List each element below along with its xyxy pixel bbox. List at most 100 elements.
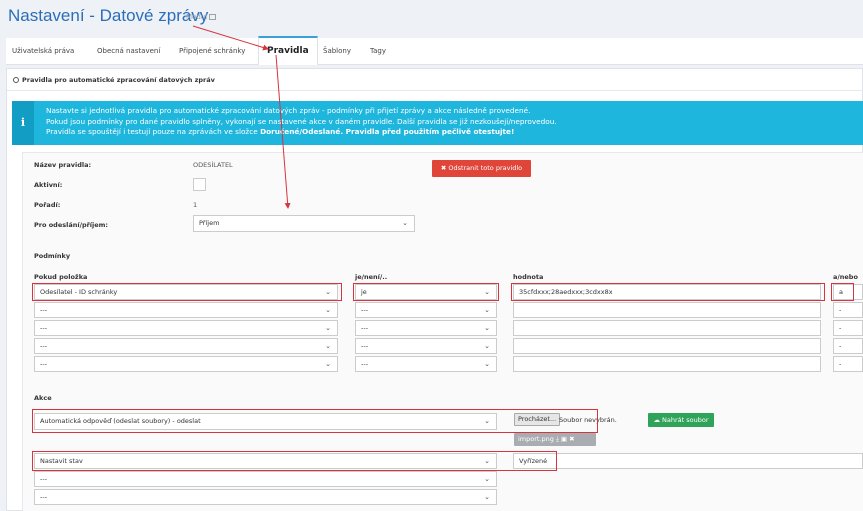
- actions-title: Akce: [34, 394, 52, 402]
- browse-button[interactable]: Procházet...: [514, 413, 561, 426]
- active-checkbox[interactable]: [193, 178, 206, 191]
- action-select[interactable]: --- ⌄: [34, 489, 497, 505]
- condition-op-value[interactable]: ---: [361, 360, 368, 368]
- upload-button[interactable]: ☁ Nahrát soubor: [648, 413, 714, 427]
- condition-item-select[interactable]: --- ⌄: [34, 302, 338, 318]
- no-file-text: Soubor nevybrán.: [559, 416, 617, 424]
- chevron-down-icon[interactable]: ⌄: [484, 414, 490, 428]
- module-link-label[interactable]: Modul: [186, 13, 207, 21]
- tab-connected-boxes[interactable]: Připojené schránky: [179, 38, 245, 65]
- chevron-down-icon[interactable]: ⌄: [325, 285, 331, 299]
- info-icon: i: [12, 101, 34, 145]
- chevron-down-icon[interactable]: ⌄: [402, 216, 408, 230]
- action-value[interactable]: ---: [40, 475, 47, 483]
- condition-andor-input[interactable]: -: [833, 338, 863, 354]
- condition-andor-input[interactable]: -: [833, 320, 863, 336]
- edit-icon[interactable]: ▣: [561, 435, 569, 443]
- alert-line-3-text: Pravidla se spouštějí i testují pouze na…: [46, 127, 261, 136]
- condition-andor-input[interactable]: -: [833, 356, 863, 372]
- condition-value-input[interactable]: [513, 320, 821, 336]
- tab-user-rights[interactable]: Uživatelská práva: [12, 38, 74, 65]
- condition-value-input[interactable]: [513, 302, 821, 318]
- action-select[interactable]: Nastavit stav ⌄: [34, 453, 497, 469]
- page-title: Nastavení - Datové zprávy: [8, 6, 209, 25]
- panel-title: Pravidla pro automatické zpracování dato…: [22, 76, 215, 84]
- alert-line-3-bold: Doručené/Odeslané. Pravidla před použití…: [260, 127, 515, 136]
- chevron-down-icon[interactable]: ⌄: [325, 303, 331, 317]
- module-link[interactable]: Modul: [186, 13, 217, 21]
- download-icon[interactable]: ⤓: [554, 435, 561, 443]
- external-link-icon[interactable]: [209, 14, 217, 20]
- condition-item-select[interactable]: --- ⌄: [34, 320, 338, 336]
- condition-item-select[interactable]: Odesílatel - ID schránky ⌄: [34, 284, 338, 300]
- condition-value-input[interactable]: [513, 338, 821, 354]
- tab-tags[interactable]: Tagy: [370, 38, 386, 65]
- file-name: import.png: [518, 435, 554, 443]
- condition-op-select[interactable]: --- ⌄: [355, 302, 497, 318]
- chevron-down-icon[interactable]: ⌄: [325, 339, 331, 353]
- alert-text: Nastavte si jednotlivá pravidla pro auto…: [46, 106, 557, 138]
- chevron-down-icon[interactable]: ⌄: [325, 357, 331, 371]
- direction-value[interactable]: Příjem: [199, 219, 219, 227]
- attached-file: import.png ⤓ ▣ ✖: [514, 433, 596, 446]
- cloud-upload-icon[interactable]: ☁: [653, 416, 662, 424]
- info-alert: i Nastavte si jednotlivá pravidla pro au…: [12, 101, 863, 145]
- col-op-header: je/není/..: [355, 273, 388, 281]
- condition-op-value[interactable]: ---: [361, 342, 368, 350]
- rule-name-value: ODESÍLATEL: [193, 161, 233, 169]
- alert-line-2: Pokud jsou podmínky pro dané pravidlo sp…: [46, 116, 557, 126]
- condition-op-select[interactable]: je ⌄: [355, 284, 497, 300]
- active-label: Aktivní:: [34, 181, 63, 189]
- conditions-title: Podmínky: [34, 252, 71, 260]
- condition-op-value[interactable]: je: [361, 288, 367, 296]
- condition-item-value[interactable]: Odesílatel - ID schránky: [40, 288, 117, 296]
- condition-item-value[interactable]: ---: [40, 306, 47, 314]
- direction-select[interactable]: Příjem ⌄: [193, 215, 415, 232]
- action-value[interactable]: ---: [40, 493, 47, 501]
- delete-rule-button[interactable]: ✖ Odstranit toto pravidlo: [432, 160, 531, 177]
- col-item-header: Pokud položka: [34, 273, 88, 281]
- order-label: Pořadí:: [34, 201, 61, 209]
- condition-item-select[interactable]: --- ⌄: [34, 338, 338, 354]
- action-select[interactable]: Automatická odpověď (odeslat soubory) - …: [34, 413, 497, 430]
- tab-general-settings[interactable]: Obecná nastavení: [97, 38, 160, 65]
- direction-label: Pro odeslání/příjem:: [34, 221, 109, 229]
- order-value: 1: [193, 201, 198, 209]
- condition-op-select[interactable]: --- ⌄: [355, 320, 497, 336]
- col-value-header: hodnota: [513, 273, 544, 281]
- condition-andor-input[interactable]: -: [833, 302, 863, 318]
- panel-header: Pravidla pro automatické zpracování dato…: [7, 69, 863, 91]
- chevron-down-icon[interactable]: ⌄: [484, 472, 490, 486]
- condition-op-value[interactable]: ---: [361, 324, 368, 332]
- action-value[interactable]: Automatická odpověď (odeslat soubory) - …: [40, 417, 201, 425]
- chevron-down-icon[interactable]: ⌄: [484, 454, 490, 468]
- condition-op-value[interactable]: ---: [361, 306, 368, 314]
- condition-item-select[interactable]: --- ⌄: [34, 356, 338, 372]
- condition-value-input[interactable]: 35cfdxxx;28aedxxx;3cdxx8x: [513, 284, 821, 300]
- chevron-down-icon[interactable]: ⌄: [484, 285, 490, 299]
- chevron-down-icon[interactable]: ⌄: [325, 321, 331, 335]
- chevron-down-icon[interactable]: ⌄: [484, 490, 490, 504]
- chevron-down-icon[interactable]: ⌄: [484, 357, 490, 371]
- condition-andor-input[interactable]: a: [833, 284, 863, 300]
- remove-file-icon[interactable]: ✖: [569, 435, 574, 443]
- gear-icon: [13, 77, 19, 83]
- page-header: Nastavení - Datové zprávy Modul: [0, 0, 863, 34]
- state-input[interactable]: Vyřízené: [513, 453, 863, 469]
- col-andor-header: a/nebo: [833, 273, 858, 281]
- chevron-down-icon[interactable]: ⌄: [484, 339, 490, 353]
- condition-value-input[interactable]: [513, 356, 821, 372]
- tab-templates[interactable]: Šablony: [323, 38, 351, 65]
- condition-op-select[interactable]: --- ⌄: [355, 338, 497, 354]
- condition-item-value[interactable]: ---: [40, 324, 47, 332]
- chevron-down-icon[interactable]: ⌄: [484, 321, 490, 335]
- action-select[interactable]: --- ⌄: [34, 471, 497, 487]
- chevron-down-icon[interactable]: ⌄: [484, 303, 490, 317]
- condition-item-value[interactable]: ---: [40, 342, 47, 350]
- upload-button-label[interactable]: Nahrát soubor: [662, 416, 709, 424]
- tab-rules[interactable]: Pravidla: [258, 36, 318, 65]
- action-value[interactable]: Nastavit stav: [40, 457, 83, 465]
- condition-op-select[interactable]: --- ⌄: [355, 356, 497, 372]
- condition-item-value[interactable]: ---: [40, 360, 47, 368]
- tab-bar: Uživatelská práva Obecná nastavení Připo…: [6, 36, 863, 65]
